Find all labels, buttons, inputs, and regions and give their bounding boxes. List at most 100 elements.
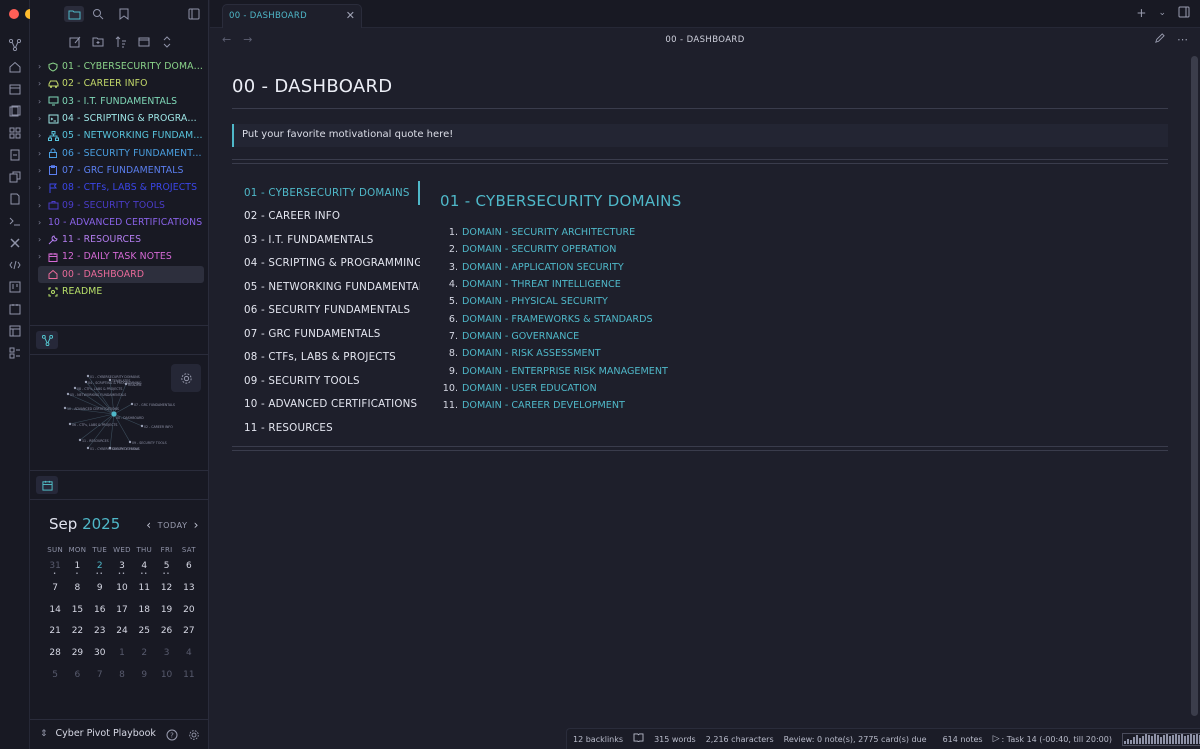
tab-dashboard[interactable]: 00 - DASHBOARD ✕ <box>222 4 362 28</box>
folder-item[interactable]: › 08 - CTFs, LABS & PROJECTS <box>38 179 204 196</box>
graph-node[interactable] <box>124 382 128 386</box>
sidebar-right-toggle-icon[interactable] <box>1178 6 1190 21</box>
graph-node[interactable] <box>128 440 132 444</box>
home-icon[interactable] <box>6 58 24 75</box>
next-month-icon[interactable]: › <box>194 518 199 532</box>
graph-node[interactable] <box>68 422 72 426</box>
folder-item[interactable]: › 12 - DAILY TASK NOTES <box>38 248 204 265</box>
more-options-icon[interactable]: ⋯ <box>1177 33 1188 47</box>
chevron-right-icon[interactable]: › <box>38 235 48 244</box>
calendar-day[interactable]: 30 <box>89 646 111 668</box>
folder-item[interactable]: › 06 - SECURITY FUNDAMENTALS <box>38 144 204 161</box>
kanban-icon[interactable] <box>6 278 24 295</box>
graph-node[interactable] <box>130 402 134 406</box>
folder-item[interactable]: › 04 - SCRIPTING & PROGRAMMING <box>38 110 204 127</box>
today-button[interactable]: TODAY <box>158 521 188 530</box>
folder-item[interactable]: › 11 - RESOURCES <box>38 231 204 248</box>
sidebar-toggle-icon[interactable] <box>186 6 202 22</box>
calendar-day[interactable]: 4 •• <box>133 559 155 581</box>
domain-link[interactable]: 5. DOMAIN - PHYSICAL SECURITY <box>440 293 1140 310</box>
graph-node[interactable] <box>86 374 90 378</box>
dashboard-nav-item[interactable]: 11 - RESOURCES <box>232 416 420 440</box>
calendar-day[interactable]: 22 <box>66 624 88 646</box>
play-icon[interactable]: ▷ <box>993 734 1000 744</box>
review-status[interactable]: Review: 0 note(s), 2775 card(s) due <box>784 735 927 744</box>
dashboard-nav-item[interactable]: 04 - SCRIPTING & PROGRAMMING <box>232 252 420 276</box>
new-folder-icon[interactable] <box>89 33 106 50</box>
chevron-right-icon[interactable]: › <box>38 114 48 123</box>
daily-note-icon[interactable] <box>6 300 24 317</box>
chevron-right-icon[interactable]: › <box>38 131 48 140</box>
calendar-day[interactable]: 10 <box>111 581 133 603</box>
settings-icon[interactable] <box>187 728 201 742</box>
dashboard-nav-item[interactable]: 09 - SECURITY TOOLS <box>232 369 420 393</box>
close-window-button[interactable] <box>9 9 19 19</box>
calendar-day[interactable]: 21 <box>44 624 66 646</box>
view-title[interactable]: 00 - DASHBOARD <box>210 35 1200 45</box>
table-icon[interactable] <box>6 322 24 339</box>
calendar-day[interactable]: 11 <box>178 668 200 690</box>
dashboard-nav-item[interactable]: 01 - CYBERSECURITY DOMAINS <box>232 181 420 205</box>
calendar-day[interactable]: 6 <box>178 559 200 581</box>
domain-link[interactable]: 8. DOMAIN - RISK ASSESSMENT <box>440 345 1140 362</box>
calendar-day[interactable]: 4 <box>178 646 200 668</box>
backlinks-count[interactable]: 12 backlinks <box>573 735 623 744</box>
prev-month-icon[interactable]: ‹ <box>146 518 151 532</box>
graph-node[interactable] <box>140 424 144 428</box>
terminal-icon[interactable] <box>6 212 24 229</box>
close-tab-icon[interactable]: ✕ <box>346 9 355 22</box>
help-icon[interactable]: ? <box>165 728 179 742</box>
folder-icon[interactable] <box>64 6 84 22</box>
calendar-day[interactable]: 8 <box>111 668 133 690</box>
folder-item[interactable]: › 01 - CYBERSECURITY DOMAINS <box>38 58 204 75</box>
graph-node[interactable] <box>66 392 70 396</box>
chevron-right-icon[interactable]: › <box>38 166 48 175</box>
bookmark-icon[interactable] <box>116 6 132 22</box>
chevron-right-icon[interactable]: › <box>38 79 48 88</box>
graph-node[interactable] <box>73 386 77 390</box>
calendar-day[interactable]: 11 <box>133 581 155 603</box>
dashboard-nav-item[interactable]: 10 - ADVANCED CERTIFICATIONS <box>232 393 420 417</box>
chevron-right-icon[interactable]: › <box>38 218 48 227</box>
file-item[interactable]: 00 - DASHBOARD <box>38 265 204 283</box>
calendar-day[interactable]: 20 <box>178 603 200 625</box>
domain-link[interactable]: 11. DOMAIN - CAREER DEVELOPMENT <box>440 397 1140 414</box>
domain-link[interactable]: 10. DOMAIN - USER EDUCATION <box>440 380 1140 397</box>
calendar-day[interactable]: 1 • <box>66 559 88 581</box>
calendar-day[interactable]: 12 <box>155 581 177 603</box>
new-note-icon[interactable] <box>66 33 83 50</box>
collapse-all-icon[interactable] <box>135 33 152 50</box>
graph-tab-icon[interactable] <box>36 331 58 349</box>
calendar-day[interactable]: 27 <box>178 624 200 646</box>
calendar-day[interactable]: 14 <box>44 603 66 625</box>
calendar-day[interactable]: 9 <box>89 581 111 603</box>
folder-item[interactable]: › 03 - I.T. FUNDAMENTALS <box>38 93 204 110</box>
calendar-day[interactable]: 13 <box>178 581 200 603</box>
graph-node[interactable] <box>78 438 82 442</box>
domain-link[interactable]: 7. DOMAIN - GOVERNANCE <box>440 328 1140 345</box>
percent-code-icon[interactable] <box>6 256 24 273</box>
cards-icon[interactable] <box>6 102 24 119</box>
calendar-day[interactable]: 2 <box>133 646 155 668</box>
domain-link[interactable]: 6. DOMAIN - FRAMEWORKS & STANDARDS <box>440 310 1140 327</box>
file-item[interactable]: README <box>38 283 204 300</box>
calendar-day[interactable]: 10 <box>155 668 177 690</box>
calendar-day[interactable]: 29 <box>66 646 88 668</box>
chevron-right-icon[interactable]: › <box>38 252 48 261</box>
tab-list-chevron-icon[interactable]: ⌄ <box>1158 6 1166 21</box>
calendar-day[interactable]: 3 •• <box>111 559 133 581</box>
sort-icon[interactable] <box>112 33 129 50</box>
list-icon[interactable] <box>6 344 24 361</box>
calendar-day[interactable]: 7 <box>89 668 111 690</box>
calendar-day[interactable]: 2 •• <box>89 559 111 581</box>
calendar-day[interactable]: 25 <box>133 624 155 646</box>
calendar-day[interactable]: 5 <box>44 668 66 690</box>
graph-node[interactable] <box>84 380 88 384</box>
expand-icon[interactable] <box>158 33 175 50</box>
vault-name[interactable]: ⇕ Cyber Pivot Playbook <box>40 728 156 739</box>
calendar-day[interactable]: 15 <box>66 603 88 625</box>
graph-settings-icon[interactable] <box>171 364 201 392</box>
folder-item[interactable]: › 02 - CAREER INFO <box>38 75 204 92</box>
calendar-day[interactable]: 8 <box>66 581 88 603</box>
task-timer[interactable]: : Task 14 (-00:40, till 20:00) <box>1002 735 1112 744</box>
